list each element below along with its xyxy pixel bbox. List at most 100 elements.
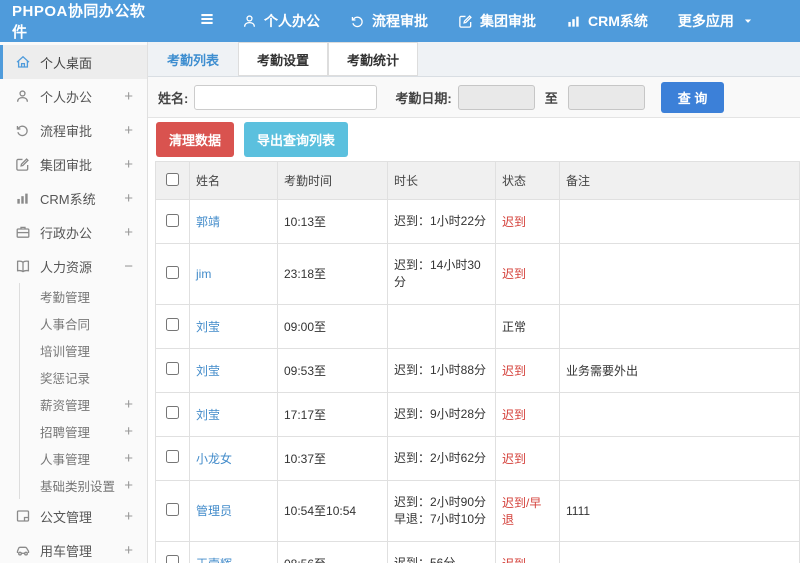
briefcase-icon — [15, 224, 31, 240]
row-checkbox[interactable] — [166, 555, 179, 563]
name-filter-label: 姓名: — [158, 90, 189, 106]
subitem-label: 考勤管理 — [40, 291, 91, 305]
expand-toggle[interactable]: + — [122, 423, 135, 440]
row-select-cell — [155, 391, 190, 437]
expand-toggle[interactable]: + — [122, 450, 135, 467]
sidebar-item-group-approval[interactable]: 集团审批 + — [0, 147, 147, 181]
duration-cell: 迟到：1小时88分 — [387, 347, 496, 393]
table-row: 刘莹 09:00至 正常 — [155, 303, 800, 349]
employee-name-link[interactable]: 刘莹 — [196, 364, 220, 378]
employee-name-link[interactable]: 小龙女 — [196, 452, 232, 466]
expand-toggle[interactable]: + — [122, 156, 135, 173]
employee-name-link[interactable]: 刘莹 — [196, 320, 220, 334]
col-header-time: 考勤时间 — [277, 161, 388, 200]
search-button[interactable]: 查 询 — [660, 81, 725, 113]
employee-name-link[interactable]: 郭靖 — [196, 215, 220, 229]
status-cell: 正常 — [495, 303, 560, 349]
duration-cell — [387, 303, 496, 349]
status-cell: 迟到/早退 — [495, 479, 560, 542]
top-header: PHPOA协同办公软件 个人办公 流程审批 集团审批 CRM系统 更多应用 — [0, 0, 800, 42]
tab-attendance-list[interactable]: 考勤列表 — [148, 42, 238, 76]
row-select-cell — [155, 435, 190, 481]
row-checkbox[interactable] — [166, 362, 179, 376]
sidebar-item-label: CRM系统 — [40, 191, 96, 207]
status-badge: 迟到 — [502, 363, 527, 378]
sidebar-item-crm-system[interactable]: CRM系统 + — [0, 181, 147, 215]
sidebar-item-personal-desktop[interactable]: 个人桌面 — [0, 45, 147, 79]
status-badge: 迟到 — [502, 407, 527, 422]
table-header-row: 姓名 考勤时间 时长 状态 备注 — [155, 161, 800, 200]
employee-name-link[interactable]: jim — [196, 267, 211, 281]
nav-crm-system[interactable]: CRM系统 — [566, 11, 648, 31]
row-checkbox[interactable] — [166, 450, 179, 464]
sidebar-subitem-training-management[interactable]: 培训管理 — [20, 337, 147, 364]
clean-data-button[interactable]: 清理数据 — [156, 122, 235, 157]
subitem-label: 人事管理 — [40, 453, 91, 467]
table-row: 刘莹 09:53至 迟到：1小时88分 迟到 业务需要外出 — [155, 347, 800, 393]
sidebar-subitem-attendance-management[interactable]: 考勤管理 — [20, 283, 147, 310]
car-icon — [15, 542, 31, 558]
nav-workflow-approval[interactable]: 流程审批 — [350, 11, 428, 31]
expand-toggle[interactable]: + — [122, 190, 135, 207]
row-checkbox[interactable] — [166, 318, 179, 332]
tab-attendance-settings[interactable]: 考勤设置 — [238, 42, 329, 76]
select-all-cell — [155, 161, 190, 200]
select-all-checkbox[interactable] — [166, 172, 179, 186]
sidebar-item-document-management[interactable]: 公文管理 + — [0, 499, 147, 533]
expand-toggle[interactable]: + — [122, 224, 135, 241]
name-filter-input[interactable] — [194, 84, 378, 110]
expand-toggle[interactable]: + — [122, 396, 135, 413]
remark-cell: 业务需要外出 — [559, 347, 800, 393]
sidebar-item-vehicle-management[interactable]: 用车管理 + — [0, 533, 147, 563]
expand-toggle[interactable]: + — [122, 508, 135, 525]
submenu-human-resources: 考勤管理人事合同 培训管理 奖惩记录 薪资管理 + 招聘管理 + 人事管理 + 基础类别设置 + — [19, 283, 147, 499]
duration-cell: 迟到：2小时90分 早退：7小时10分 — [387, 479, 496, 542]
status-cell: 迟到 — [495, 391, 560, 437]
remark-cell — [559, 199, 800, 244]
expand-toggle[interactable]: − — [122, 258, 135, 275]
status-cell: 迟到 — [495, 435, 560, 481]
expand-toggle[interactable]: + — [122, 477, 135, 494]
sidebar-subitem-recruitment-management[interactable]: 招聘管理 + — [20, 418, 147, 445]
expand-toggle[interactable]: + — [122, 88, 135, 105]
menu-toggle-button[interactable] — [198, 10, 216, 33]
sidebar-item-admin-office[interactable]: 行政办公 + — [0, 215, 147, 249]
expand-toggle[interactable]: + — [122, 122, 135, 139]
remark-cell — [559, 540, 800, 563]
sidebar-subitem-basic-category-settings[interactable]: 基础类别设置 + — [20, 472, 147, 499]
export-list-button[interactable]: 导出查询列表 — [244, 122, 349, 157]
table-row: 小龙女 10:37至 迟到：2小时62分 迟到 — [155, 435, 800, 481]
tab-attendance-statistics[interactable]: 考勤统计 — [328, 42, 419, 76]
attendance-table-wrap: 姓名 考勤时间 时长 状态 备注 郭靖 10:13至 迟到：1小时22分 迟到 jim 23:18… — [148, 161, 800, 563]
row-checkbox[interactable] — [166, 502, 179, 516]
row-checkbox[interactable] — [166, 265, 179, 279]
sidebar-subitem-personnel-contract[interactable]: 人事合同 — [20, 310, 147, 337]
expand-toggle[interactable]: + — [122, 542, 135, 559]
nav-group-approval[interactable]: 集团审批 — [458, 11, 536, 31]
nav-personal-office[interactable]: 个人办公 — [242, 11, 320, 31]
name-cell: 刘莹 — [189, 391, 278, 437]
sidebar-subitem-personnel-management[interactable]: 人事管理 + — [20, 445, 147, 472]
sidebar-item-human-resources[interactable]: 人力资源 − — [0, 249, 147, 283]
row-select-cell — [155, 303, 190, 349]
table-row: 王壹辉 08:56至迟到：56分迟到 — [155, 540, 800, 563]
employee-name-link[interactable]: 王壹辉 — [196, 557, 232, 563]
row-checkbox[interactable] — [166, 213, 179, 227]
date-from-input[interactable] — [457, 84, 535, 110]
subitem-label: 基础类别设置 — [40, 480, 116, 494]
row-select-cell — [155, 479, 190, 542]
sidebar-subitem-reward-punishment-record[interactable]: 奖惩记录 — [20, 364, 147, 391]
sidebar-item-workflow-approval[interactable]: 流程审批 + — [0, 113, 147, 147]
remark-cell: 1111 — [559, 479, 800, 542]
employee-name-link[interactable]: 刘莹 — [196, 408, 220, 422]
status-cell: 迟到 — [495, 243, 560, 305]
date-to-input[interactable] — [567, 84, 645, 110]
sidebar-subitem-salary-management[interactable]: 薪资管理 + — [20, 391, 147, 418]
row-select-cell — [155, 243, 190, 305]
employee-name-link[interactable]: 管理员 — [196, 504, 232, 518]
sidebar-item-personal-office[interactable]: 个人办公 + — [0, 79, 147, 113]
name-cell: 王壹辉 — [189, 540, 278, 563]
nav-more-apps[interactable]: 更多应用 — [678, 11, 753, 31]
attendance-time-cell: 10:54至10:54 — [277, 479, 388, 542]
row-checkbox[interactable] — [166, 406, 179, 420]
